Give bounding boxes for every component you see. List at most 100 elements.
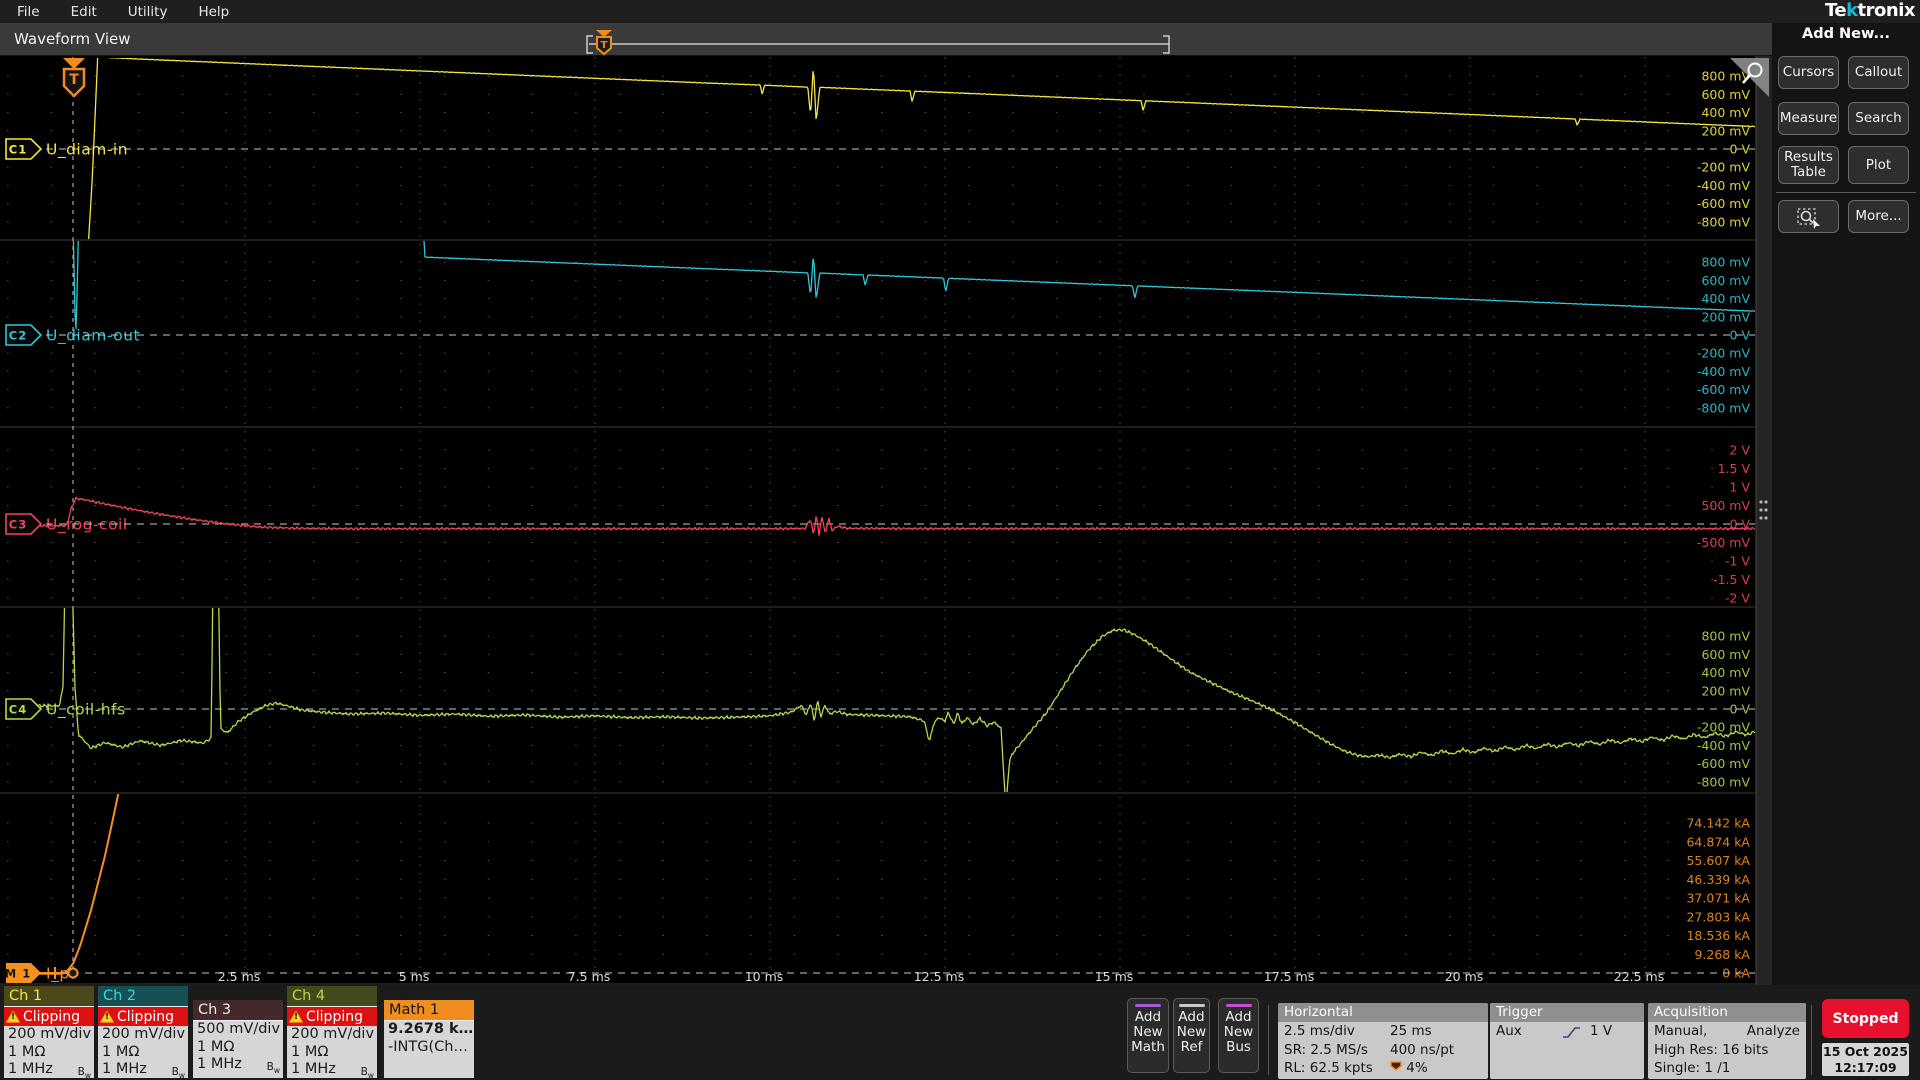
bandwidth-icon: Bw	[266, 1061, 280, 1076]
trigger-settings-panel[interactable]: Trigger Aux 1 V	[1490, 1003, 1644, 1079]
trigger-panel-title: Trigger	[1490, 1003, 1644, 1022]
menu-bar: File Edit Utility Help Tektronix	[0, 0, 1920, 23]
time-axis-label: 7.5 ms	[568, 969, 611, 984]
channel-badge-math1[interactable]: Math 1 9.2678 k… -INTG(Ch…	[384, 1000, 474, 1078]
svg-text:M 1: M 1	[5, 967, 31, 981]
acq-resolution: High Res: 16 bits	[1654, 1041, 1769, 1058]
add-new-measure-button[interactable]: Measure	[1778, 102, 1839, 135]
scale-label: 27.803 kA	[1686, 909, 1750, 924]
time-axis-label: 22.5 ms	[1614, 969, 1665, 984]
view-title[interactable]: Waveform View	[14, 30, 131, 48]
warning-icon: !	[289, 1010, 303, 1023]
scale-label: -1.5 V	[1713, 572, 1750, 587]
accent-bar	[1135, 1004, 1161, 1007]
add-new-panel: Add New... Cursors Callout Measure Search Re…	[1772, 23, 1920, 985]
add-new-more-button[interactable]: More...	[1848, 200, 1909, 233]
scale-label: -800 mV	[1697, 400, 1751, 415]
scale-label: -1 V	[1725, 554, 1750, 569]
scale-label: 600 mV	[1701, 273, 1750, 288]
channel-badge-row: -INTG(Ch…	[388, 1038, 468, 1055]
sample-rate: SR: 2.5 MS/s	[1284, 1041, 1368, 1058]
channel-badge-title: Ch 4	[287, 986, 377, 1006]
add-new-search-button[interactable]: Search	[1848, 102, 1909, 135]
channel-badge-row: 1 MHz Bw	[193, 1056, 283, 1078]
channel-name-label: U_coil-hfs	[46, 701, 126, 720]
channel-name-label: U_rog-coil	[46, 516, 128, 535]
horizontal-settings-panel[interactable]: Horizontal 2.5 ms/div 25 ms SR: 2.5 MS/s 4…	[1278, 1003, 1488, 1079]
scope-svg[interactable]: 800 mV600 mV400 mV200 mV0 V-200 mV-400 m…	[0, 56, 1772, 985]
scale-label: -200 mV	[1697, 346, 1751, 361]
channel-badge-title: Ch 2	[98, 986, 188, 1006]
acquisition-settings-panel[interactable]: Acquisition Manual, Analyze High Res: 16 …	[1648, 1003, 1806, 1079]
channel-badge-row: 1 MHz Bw	[4, 1061, 94, 1078]
scale-label: -200 mV	[1697, 160, 1751, 175]
rising-edge-icon	[1563, 1027, 1580, 1038]
channel-badge-ch2[interactable]: Ch 2! Clipping 200 mV/div 1 MΩ 1 MHz Bw	[98, 986, 188, 1078]
channel-badge-ch4[interactable]: Ch 4! Clipping 200 mV/div 1 MΩ 1 MHz Bw	[287, 986, 377, 1078]
channel-badge-row: 200 mV/div	[291, 1026, 375, 1042]
svg-text:T: T	[69, 72, 79, 88]
oscilloscope-app: File Edit Utility Help Tektronix Wavefor…	[0, 0, 1920, 1080]
time-axis-label: 2.5 ms	[218, 969, 261, 984]
add-new-results-table-button[interactable]: Results Table	[1778, 146, 1839, 184]
menu-utility[interactable]: Utility	[128, 4, 168, 20]
date-label: 15 Oct 2025	[1823, 1044, 1908, 1059]
add-new-math-button[interactable]: Add New Math	[1127, 998, 1169, 1073]
scale-label: -2 V	[1725, 591, 1750, 606]
scale-label: 55.607 kA	[1686, 853, 1750, 868]
scale-label: 400 mV	[1701, 291, 1750, 306]
svg-text:C1: C1	[9, 143, 27, 157]
scale-label: -800 mV	[1697, 774, 1751, 789]
channel-badge-title: Ch 3	[193, 1000, 283, 1020]
time-axis-label: 12.5 ms	[914, 969, 965, 984]
accent-bar	[1178, 1004, 1205, 1007]
add-new-cursors-button[interactable]: Cursors	[1778, 56, 1839, 89]
channel-badge-row: 200 mV/div	[8, 1026, 92, 1042]
acquisition-window-indicator[interactable]: T	[583, 27, 1175, 61]
accent-bar	[1225, 1004, 1252, 1007]
warning-icon: !	[6, 1010, 20, 1023]
scale-label: 800 mV	[1701, 629, 1750, 644]
date-time-display: 15 Oct 2025 12:17:09 AM	[1822, 1043, 1909, 1080]
channel-badge-row: 9.2678 k…	[388, 1021, 474, 1037]
math-handle-icon[interactable]	[67, 967, 79, 979]
channel-badge-ch3[interactable]: Ch 3 500 mV/div 1 MΩ 1 MHz Bw	[193, 1000, 283, 1078]
channel-badge-ch1[interactable]: Ch 1! Clipping 200 mV/div 1 MΩ 1 MHz Bw	[4, 986, 94, 1078]
run-stop-status-button[interactable]: Stopped	[1822, 999, 1909, 1038]
bottom-bar: Ch 1! Clipping 200 mV/div 1 MΩ 1 MHz Bw Ch 2! C…	[0, 985, 1920, 1080]
scale-label: -400 mV	[1697, 738, 1751, 753]
scale-label: 200 mV	[1701, 683, 1750, 698]
time-axis-label: 5 ms	[399, 969, 430, 984]
channel-badge-row: 1 MHz Bw	[98, 1061, 188, 1078]
add-new-ref-button[interactable]: Add New Ref	[1173, 998, 1210, 1073]
scale-label: 400 mV	[1701, 105, 1750, 120]
channel-badge-row: 1 MΩ	[8, 1043, 46, 1060]
menu-help[interactable]: Help	[198, 4, 229, 20]
panel-divider	[1776, 192, 1916, 193]
scale-label: -400 mV	[1697, 364, 1751, 379]
menu-edit[interactable]: Edit	[71, 4, 97, 20]
clipping-warning: ! Clipping	[4, 1007, 94, 1026]
zoom-select-tool-button[interactable]	[1778, 200, 1839, 233]
divider	[1811, 1005, 1812, 1075]
zoom-select-icon	[1796, 207, 1820, 229]
channel-name-label: U_diam-out	[46, 327, 140, 346]
time-axis-label: 10 ms	[745, 969, 784, 984]
divider	[1268, 1005, 1269, 1075]
channel-badge-row: 1 MΩ	[102, 1043, 140, 1060]
scale-label: 18.536 kA	[1686, 928, 1750, 943]
scale-label: 9.268 kA	[1694, 947, 1750, 962]
waveform-plot[interactable]: 800 mV 600 mV 400 mV 200 mV 0 V -200 mV -400 m…	[0, 56, 1772, 985]
trigger-source: Aux	[1496, 1023, 1522, 1039]
add-new-bus-button[interactable]: Add New Bus	[1218, 998, 1259, 1073]
acq-single: Single: 1 /1	[1654, 1060, 1731, 1076]
menu-file[interactable]: File	[17, 4, 40, 20]
panel-splitter[interactable]	[1756, 56, 1772, 985]
add-new-callout-button[interactable]: Callout	[1848, 56, 1909, 89]
scale-label: 600 mV	[1701, 87, 1750, 102]
acq-mode: Manual,	[1654, 1023, 1708, 1039]
add-new-plot-button[interactable]: Plot	[1848, 146, 1909, 184]
tektronix-logo: Tektronix	[1824, 0, 1916, 21]
scale-label: 600 mV	[1701, 647, 1750, 662]
svg-text:C4: C4	[9, 703, 27, 717]
